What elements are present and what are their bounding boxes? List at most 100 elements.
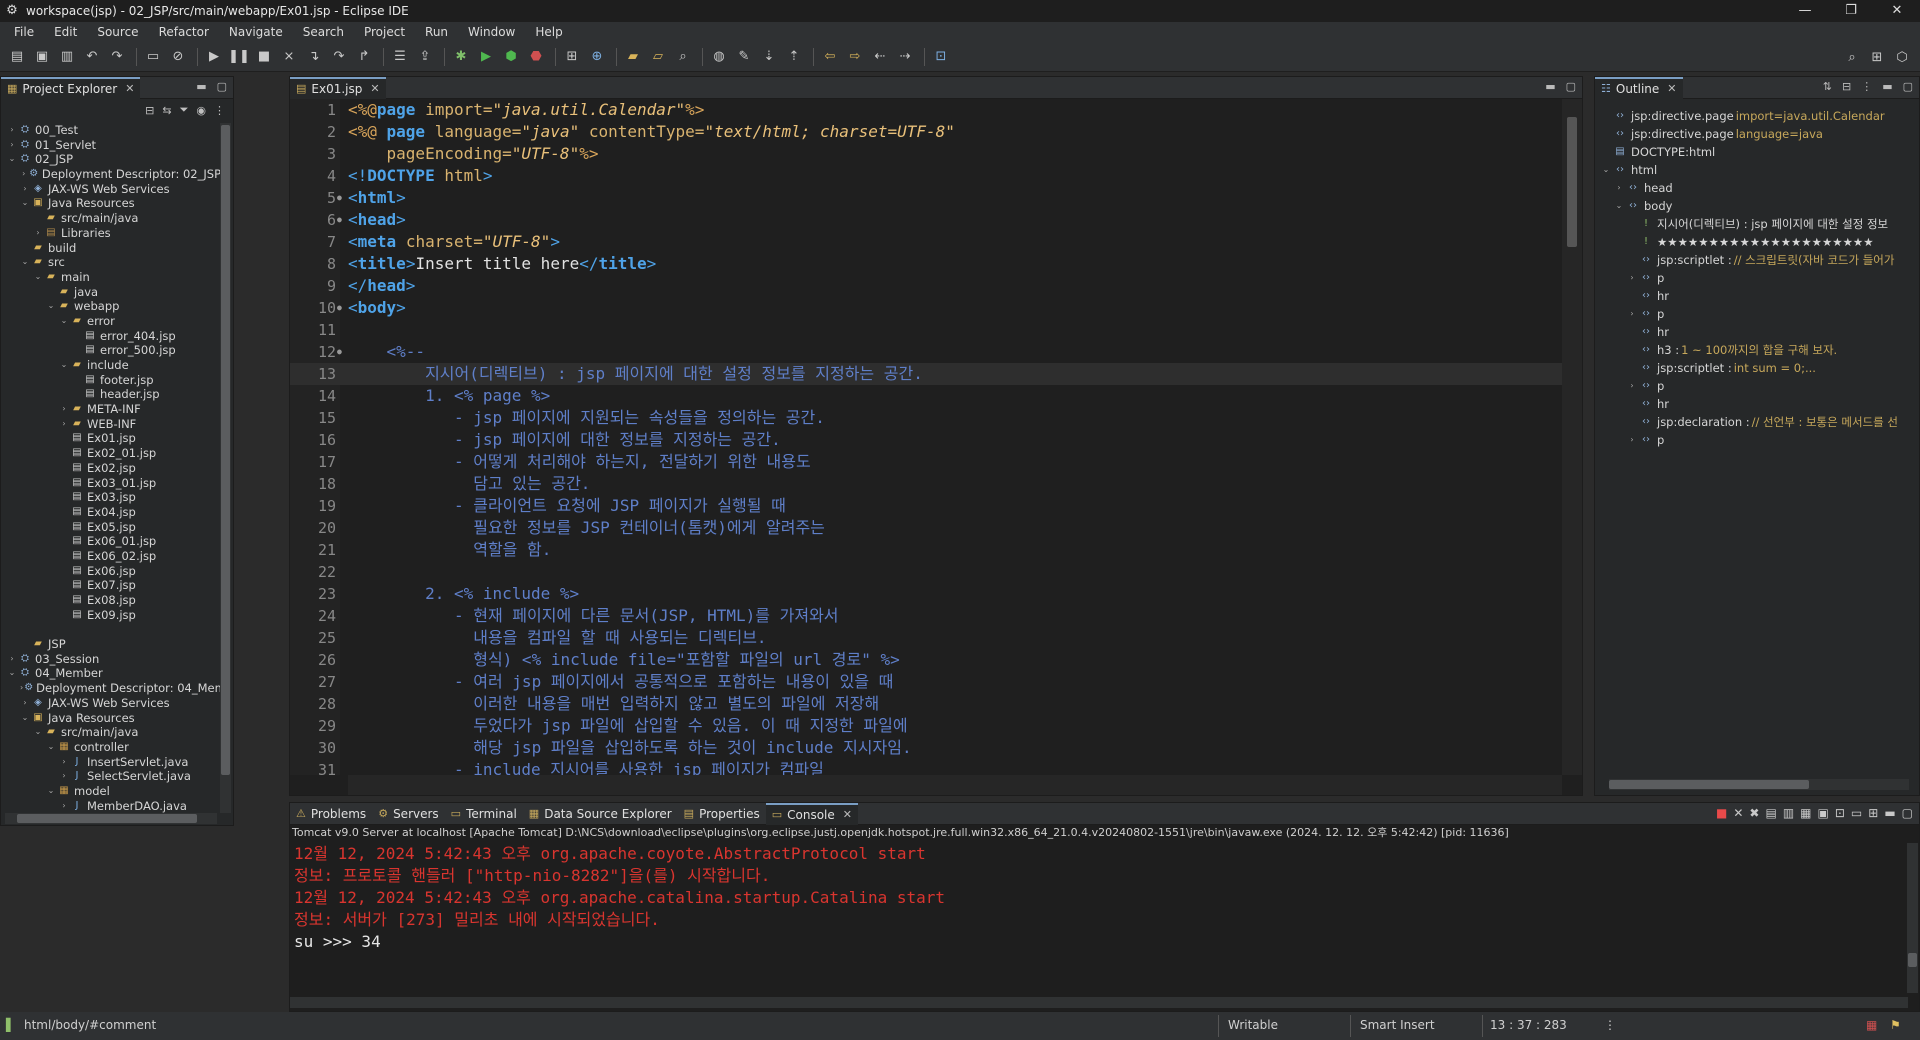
- remove-all-icon[interactable]: ✖: [1749, 806, 1759, 820]
- code-line[interactable]: 17 - 어떻게 처리해야 하는지, 전달하기 위한 내용도: [290, 451, 1562, 473]
- new-icon[interactable]: ▤: [6, 46, 28, 68]
- tree-item[interactable]: ⌄ ⛭ 04_Member: [1, 666, 221, 681]
- editor-vertical-scrollbar[interactable]: [1562, 99, 1582, 775]
- outline-horizontal-scrollbar[interactable]: [1609, 779, 1909, 790]
- display-console-icon[interactable]: ▭: [1851, 806, 1862, 820]
- chevron-right-icon[interactable]: ›: [1627, 305, 1637, 323]
- tree-item[interactable]: › ◈ JAX-WS Web Services: [1, 182, 221, 197]
- tree-item[interactable]: ▤ Ex02.jsp: [1, 461, 221, 476]
- code-line[interactable]: 21 역할을 함.: [290, 539, 1562, 561]
- tree-item[interactable]: ▤ footer.jsp: [1, 373, 221, 388]
- outline-item[interactable]: ! 지시어(디렉티브) : jsp 페이지에 대한 설정 정보: [1595, 215, 1905, 233]
- chevron-down-icon[interactable]: ⌄: [7, 666, 17, 681]
- chevron-down-icon[interactable]: ⌄: [7, 152, 17, 167]
- outline-item[interactable]: ‹› hr: [1595, 323, 1905, 341]
- forward-icon[interactable]: ⇨: [844, 46, 866, 68]
- chevron-right-icon[interactable]: ›: [7, 652, 17, 667]
- code-line[interactable]: 18 담고 있는 공간.: [290, 473, 1562, 495]
- tree-item[interactable]: ▰ java: [1, 285, 221, 300]
- code-line[interactable]: 20 필요한 정보를 JSP 컨테이너(톰캣)에게 알려주는: [290, 517, 1562, 539]
- save-icon[interactable]: ▣: [31, 46, 53, 68]
- show-on-output-icon[interactable]: ▣: [1818, 806, 1829, 820]
- code-line[interactable]: 7 <meta charset="UTF-8">: [290, 231, 1562, 253]
- chevron-down-icon[interactable]: ⌄: [20, 711, 30, 726]
- chevron-right-icon[interactable]: ›: [20, 696, 30, 711]
- close-icon[interactable]: ✕: [370, 82, 379, 95]
- last-edit-icon[interactable]: ⇠: [869, 46, 891, 68]
- tree-item[interactable]: ⌄ ⛭ 02_JSP: [1, 152, 221, 167]
- tree-item[interactable]: ⌄ ▰ webapp: [1, 299, 221, 314]
- tree-item[interactable]: ▤ Ex01.jsp: [1, 431, 221, 446]
- chevron-down-icon[interactable]: ⌄: [20, 196, 30, 211]
- chevron-down-icon[interactable]: ⌄: [1614, 197, 1624, 215]
- minimize-view-icon[interactable]: ▬: [1545, 80, 1555, 93]
- tree-item[interactable]: ⌄ ▰ include: [1, 358, 221, 373]
- scroll-lock-icon[interactable]: ▥: [1783, 806, 1794, 820]
- tree-item[interactable]: ▤ Ex03_01.jsp: [1, 476, 221, 491]
- outline-item[interactable]: ‹› hr: [1595, 287, 1905, 305]
- maximize-view-icon[interactable]: ▢: [1566, 80, 1576, 93]
- editor-horizontal-scrollbar[interactable]: [348, 775, 1562, 795]
- external-tools-icon[interactable]: ⬢: [500, 46, 522, 68]
- close-icon[interactable]: ✕: [125, 82, 134, 95]
- tree-item[interactable]: › ▰ META-INF: [1, 402, 221, 417]
- server-icon[interactable]: ☰: [389, 46, 411, 68]
- code-line[interactable]: 6 ● <head>: [290, 209, 1562, 231]
- menu-search[interactable]: Search: [293, 25, 354, 39]
- chevron-right-icon[interactable]: ›: [59, 417, 69, 432]
- outline-item[interactable]: ▤ DOCTYPE:html: [1595, 143, 1905, 161]
- tree-item[interactable]: ▤ Ex05.jsp: [1, 520, 221, 535]
- terminal-icon[interactable]: ▭: [142, 46, 164, 68]
- outline-item[interactable]: ‹› jsp:scriptlet : int sum = 0;...: [1595, 359, 1905, 377]
- code-line[interactable]: 19 - 클라이언트 요청에 JSP 페이지가 실행될 때: [290, 495, 1562, 517]
- tree-item[interactable]: ▤ Ex06_01.jsp: [1, 534, 221, 549]
- console-output[interactable]: 12월 12, 2024 5:42:43 오후 org.apache.coyot…: [294, 843, 945, 953]
- outline-item[interactable]: › ‹› p: [1595, 431, 1905, 449]
- chevron-right-icon[interactable]: ›: [59, 799, 69, 813]
- chevron-right-icon[interactable]: ›: [20, 167, 27, 182]
- chevron-down-icon[interactable]: ⌄: [33, 270, 43, 285]
- tree-item[interactable]: ▰ build: [1, 241, 221, 256]
- console-vertical-scrollbar[interactable]: [1907, 843, 1918, 993]
- search-quick-access-icon[interactable]: ⌕: [1841, 46, 1863, 68]
- outline-item[interactable]: › ‹› p: [1595, 305, 1905, 323]
- outline-item[interactable]: ‹› jsp:directive.page language=java: [1595, 125, 1905, 143]
- outline-item[interactable]: ‹› h3 :1 ~ 100까지의 합을 구해 보자.: [1595, 341, 1905, 359]
- tab-project-explorer[interactable]: ▦ Project Explorer ✕: [1, 76, 141, 99]
- menu-help[interactable]: Help: [525, 25, 572, 39]
- tree-item[interactable]: ⌄ ▣ Java Resources: [1, 196, 221, 211]
- code-line[interactable]: 25 내용을 컴파일 할 때 사용되는 디렉티브.: [290, 627, 1562, 649]
- code-line[interactable]: 26 형식) <% include file="포함할 파일의 url 경로" …: [290, 649, 1562, 671]
- word-wrap-icon[interactable]: ▦: [1800, 806, 1811, 820]
- tree-item[interactable]: › ⛭ 00_Test: [1, 123, 221, 138]
- maximize-view-icon[interactable]: ▢: [1902, 806, 1913, 820]
- menu-window[interactable]: Window: [458, 25, 525, 39]
- code-line[interactable]: 1 <%@page import="java.util.Calendar"%>: [290, 99, 1562, 121]
- menu-refactor[interactable]: Refactor: [149, 25, 219, 39]
- close-icon[interactable]: ✕: [843, 808, 852, 821]
- annotation-icon[interactable]: ✎: [733, 46, 755, 68]
- menu-run[interactable]: Run: [415, 25, 458, 39]
- fold-marker-icon[interactable]: ●: [337, 341, 342, 363]
- code-line[interactable]: 12 ● <%--: [290, 341, 1562, 363]
- menu-source[interactable]: Source: [87, 25, 148, 39]
- run-icon[interactable]: ▶: [475, 46, 497, 68]
- search-icon[interactable]: ⌕: [672, 46, 694, 68]
- fold-marker-icon[interactable]: ●: [337, 187, 342, 209]
- next-annotation-icon[interactable]: ⇣: [758, 46, 780, 68]
- code-line[interactable]: 22: [290, 561, 1562, 583]
- code-line[interactable]: 5 ● <html>: [290, 187, 1562, 209]
- outline-item[interactable]: › ‹› p: [1595, 269, 1905, 287]
- resume-icon[interactable]: ▶: [203, 46, 225, 68]
- code-line[interactable]: 13 지시어(디렉티브) : jsp 페이지에 대한 설정 정보를 지정하는 공…: [290, 363, 1562, 385]
- code-line[interactable]: 29 두었다가 jsp 파일에 삽입할 수 있음. 이 때 지정한 파일에: [290, 715, 1562, 737]
- minimize-view-icon[interactable]: ▬: [196, 80, 206, 93]
- new-class-icon[interactable]: ⊕: [586, 46, 608, 68]
- clear-console-icon[interactable]: ▤: [1765, 806, 1776, 820]
- explorer-vertical-scrollbar[interactable]: [220, 123, 231, 813]
- focus-icon[interactable]: ◉: [196, 104, 206, 117]
- menu-file[interactable]: File: [4, 25, 44, 39]
- view-menu-icon[interactable]: ⋮: [214, 104, 225, 117]
- tab-terminal[interactable]: ▭ Terminal: [445, 803, 523, 825]
- tree-item[interactable]: ⌄ ▦ model: [1, 784, 221, 799]
